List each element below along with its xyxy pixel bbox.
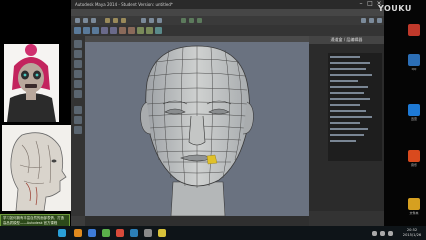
xunlei-icon[interactable] <box>408 104 420 116</box>
folder-label: 文件夹 <box>409 211 419 215</box>
network-icon[interactable] <box>380 231 385 236</box>
maya-taskbar-icon[interactable] <box>130 229 138 237</box>
music-icon[interactable] <box>408 150 420 162</box>
shelf-plane-icon[interactable] <box>110 27 117 34</box>
select-by-hierarchy-icon[interactable] <box>105 18 110 23</box>
start-button-icon[interactable] <box>58 229 66 237</box>
move-tool-icon[interactable] <box>74 70 82 78</box>
list-item[interactable] <box>330 62 370 64</box>
time-slider[interactable] <box>85 216 309 226</box>
attribute-editor-icon[interactable] <box>369 18 374 23</box>
taskbar <box>0 226 426 240</box>
xunlei-label: 迅雷 <box>410 117 417 121</box>
folder-icon[interactable] <box>408 198 420 210</box>
list-item[interactable] <box>330 122 360 124</box>
list-item[interactable] <box>330 128 368 130</box>
music-label: 音乐 <box>410 163 417 167</box>
youku-watermark: YOUKU <box>378 4 412 13</box>
maximize-icon[interactable]: □ <box>367 1 373 7</box>
menu-bar[interactable] <box>71 9 384 16</box>
system-clock[interactable]: 20:52 2015/1/26 <box>400 228 424 237</box>
input-method-icon[interactable] <box>388 231 393 236</box>
outliner-list[interactable] <box>328 53 382 161</box>
qq-icon[interactable] <box>408 54 420 66</box>
notes-taskbar-icon[interactable] <box>158 229 166 237</box>
reference-image-character <box>4 44 59 122</box>
shelf-extrude-icon[interactable] <box>137 27 144 34</box>
list-item[interactable] <box>330 104 360 106</box>
list-item[interactable] <box>330 68 366 70</box>
minimize-icon[interactable]: – <box>358 1 364 7</box>
render-settings-icon[interactable] <box>197 18 202 23</box>
list-item[interactable] <box>330 116 372 118</box>
shelf-cylinder-icon[interactable] <box>92 27 99 34</box>
select-by-component-icon[interactable] <box>121 18 126 23</box>
list-item[interactable] <box>330 92 364 94</box>
layout-outliner-icon[interactable] <box>74 126 82 134</box>
list-item[interactable] <box>330 86 368 88</box>
wechat-icon[interactable] <box>102 229 110 237</box>
snap-grid-icon[interactable] <box>141 18 146 23</box>
list-item[interactable] <box>330 56 360 58</box>
lasso-tool-icon[interactable] <box>74 50 82 58</box>
list-item[interactable] <box>330 98 370 100</box>
list-item[interactable] <box>330 134 364 136</box>
head-mesh[interactable] <box>85 42 309 216</box>
layer-editor[interactable] <box>309 211 384 226</box>
aiqiyi-icon[interactable] <box>408 24 420 36</box>
shelf-combine-icon[interactable] <box>128 27 135 34</box>
selected-face[interactable] <box>206 154 218 165</box>
explorer-icon[interactable] <box>88 229 96 237</box>
list-item[interactable] <box>330 74 372 76</box>
snap-point-icon[interactable] <box>157 18 162 23</box>
layout-single-icon[interactable] <box>74 106 82 114</box>
layout-four-icon[interactable] <box>74 116 82 124</box>
channel-box-header: 通道盒 / 层编辑器 <box>309 36 384 44</box>
new-scene-icon[interactable] <box>75 18 80 23</box>
shelf-cone-icon[interactable] <box>101 27 108 34</box>
paint-select-tool-icon[interactable] <box>74 60 82 68</box>
list-item[interactable] <box>330 80 358 82</box>
shelf <box>71 25 384 36</box>
render-icon[interactable] <box>181 18 186 23</box>
qq-label: QQ <box>411 67 417 71</box>
clock-date: 2015/1/26 <box>402 232 422 237</box>
shelf-sphere-icon[interactable] <box>74 27 81 34</box>
desktop-area: QQ 迅雷 音乐 文件夹 <box>384 0 426 226</box>
window-title: Autodesk Maya 2014 - Student Version: un… <box>75 2 173 7</box>
panel-toggle-icon[interactable] <box>361 18 366 23</box>
list-item[interactable] <box>330 110 366 112</box>
shelf-smooth-icon[interactable] <box>155 27 162 34</box>
video-player-icon[interactable] <box>116 229 124 237</box>
settings-taskbar-icon[interactable] <box>144 229 152 237</box>
shelf-torus-icon[interactable] <box>119 27 126 34</box>
open-scene-icon[interactable] <box>83 18 88 23</box>
shelf-cube-icon[interactable] <box>83 27 90 34</box>
left-reference-panel: 学习如何拥有丰富自然的面部表情，打造高品质模型——Autodesk 官方课程 <box>0 0 72 230</box>
volume-icon[interactable] <box>372 231 377 236</box>
browser-icon[interactable] <box>74 229 82 237</box>
toolbox <box>71 36 85 216</box>
title-bar: Autodesk Maya 2014 - Student Version: un… <box>71 0 384 9</box>
select-tool-icon[interactable] <box>74 40 82 48</box>
list-item[interactable] <box>330 140 356 142</box>
rotate-tool-icon[interactable] <box>74 80 82 88</box>
scale-tool-icon[interactable] <box>74 90 82 98</box>
reference-image-anatomy <box>2 125 72 212</box>
snap-curve-icon[interactable] <box>149 18 154 23</box>
status-line-toolbar <box>71 16 384 25</box>
maya-window: Autodesk Maya 2014 - Student Version: un… <box>71 0 384 226</box>
select-by-object-icon[interactable] <box>113 18 118 23</box>
channel-box-panel: 通道盒 / 层编辑器 <box>309 36 384 226</box>
save-scene-icon[interactable] <box>91 18 96 23</box>
ipr-render-icon[interactable] <box>189 18 194 23</box>
channel-box-toggle-icon[interactable] <box>377 18 382 23</box>
shelf-bridge-icon[interactable] <box>146 27 153 34</box>
3d-viewport[interactable] <box>85 36 309 216</box>
